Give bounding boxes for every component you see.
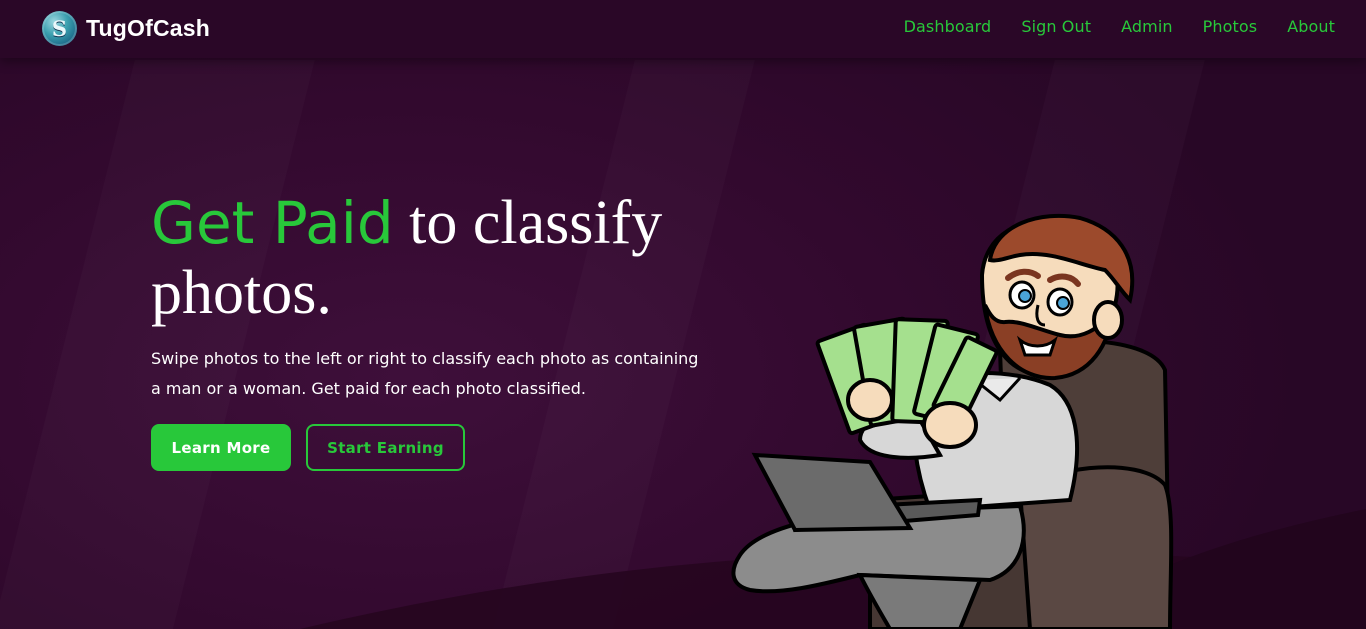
dollar-logo-icon: S — [42, 11, 77, 46]
nav-links: Dashboard Sign Out Admin Photos About — [904, 17, 1335, 36]
nav-link-dashboard[interactable]: Dashboard — [904, 17, 992, 36]
man-with-cash-illustration — [731, 213, 1174, 629]
nav-link-photos[interactable]: Photos — [1203, 17, 1258, 36]
nav-link-sign-out[interactable]: Sign Out — [1021, 17, 1091, 36]
hero-subtext: Swipe photos to the left or right to cla… — [151, 349, 699, 398]
nav-link-admin[interactable]: Admin — [1121, 17, 1173, 36]
top-navbar: S TugOfCash Dashboard Sign Out Admin Pho… — [0, 0, 1366, 58]
hero-buttons: Learn More Start Earning — [151, 424, 751, 471]
brand-name: TugOfCash — [86, 15, 211, 41]
hero-headline: Get Paid to classify photos. — [151, 188, 751, 328]
learn-more-button[interactable]: Learn More — [151, 424, 291, 471]
nav-link-about[interactable]: About — [1287, 17, 1335, 36]
headline-accent: Get Paid — [151, 189, 394, 257]
hero-section: Get Paid to classify photos. Swipe photo… — [151, 188, 751, 471]
brand-home-link[interactable]: S TugOfCash — [42, 11, 210, 46]
start-earning-button[interactable]: Start Earning — [306, 424, 465, 471]
